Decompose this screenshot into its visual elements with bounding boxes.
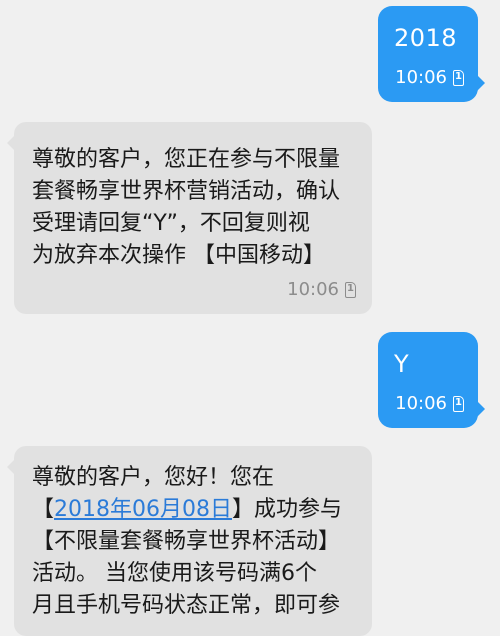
message-text: 2018 (394, 24, 458, 52)
message-line: 活动。 当您使用该号码满6个 (32, 561, 317, 586)
message-line: 尊敬的客户，您正在参与不限量 (32, 147, 341, 172)
message-text: 尊敬的客户，您正在参与不限量 套餐畅享世界杯营销活动，确认 受理请回复“Y”，不… (32, 144, 358, 272)
sent-message-bubble[interactable]: 2018 10:06 1 (378, 6, 485, 102)
message-meta: 10:06 1 (395, 67, 464, 88)
message-line: 【不限量套餐畅享世界杯活动】 (32, 529, 341, 554)
message-line: 尊敬的客户，您好！您在 (32, 465, 275, 490)
message-line: 受理请回复“Y”，不回复则视 (32, 211, 310, 236)
message-line: 为放弃本次操作 【中国移动】 (32, 243, 325, 268)
received-message-bubble[interactable]: 尊敬的客户，您正在参与不限量 套餐畅享世界杯营销活动，确认 受理请回复“Y”，不… (7, 122, 372, 314)
date-link[interactable]: 2018年06月08日 (54, 497, 232, 522)
sim-card-icon: 1 (345, 281, 356, 298)
message-text: Y (394, 350, 410, 378)
message-text: 尊敬的客户，您好！您在 【2018年06月08日】成功参与 【不限量套餐畅享世界… (32, 462, 358, 622)
received-message-bubble[interactable]: 尊敬的客户，您好！您在 【2018年06月08日】成功参与 【不限量套餐畅享世界… (7, 446, 372, 636)
message-time: 10:06 (395, 393, 447, 414)
sent-message-bubble[interactable]: Y 10:06 1 (378, 332, 485, 428)
message-time: 10:06 (287, 279, 339, 300)
message-meta: 10:06 1 (395, 393, 464, 414)
message-line: 套餐畅享世界杯营销活动，确认 (32, 179, 341, 204)
message-meta: 10:06 1 (287, 279, 356, 300)
message-line: 月且手机号码状态正常，即可参 (32, 593, 341, 618)
message-line: 【2018年06月08日】成功参与 (32, 497, 343, 522)
sim-card-icon: 1 (453, 69, 464, 86)
sim-card-icon: 1 (453, 395, 464, 412)
message-time: 10:06 (395, 67, 447, 88)
